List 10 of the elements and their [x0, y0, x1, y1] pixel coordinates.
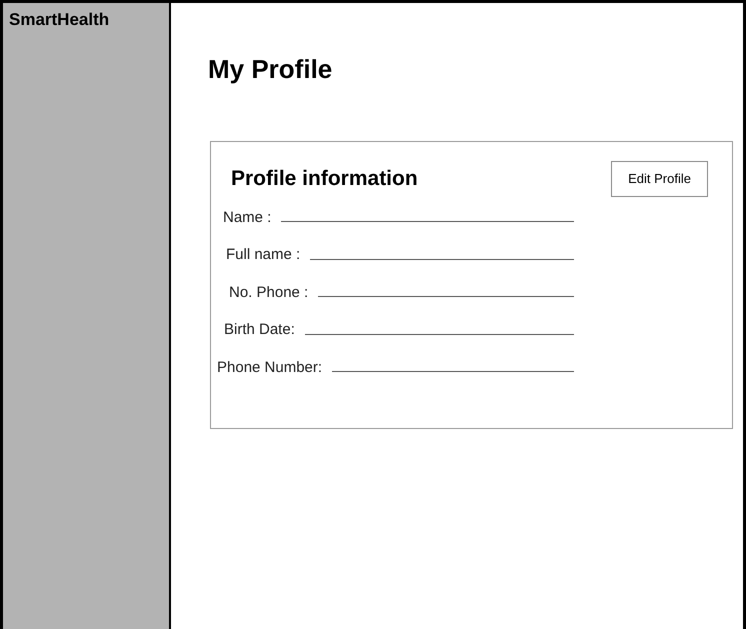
field-label: Birth Date: — [224, 320, 295, 340]
field-label: Phone Number: — [217, 358, 322, 378]
fill-in-line[interactable] — [310, 258, 574, 260]
card-title: Profile information — [231, 166, 418, 192]
field-label: Name : — [223, 208, 272, 228]
edit-profile-button[interactable]: Edit Profile — [611, 161, 708, 196]
app-title: SmartHealth — [9, 10, 110, 29]
field-label: Full name : — [226, 245, 300, 265]
page-title: My Profile — [208, 53, 332, 86]
field-label: No. Phone : — [229, 282, 308, 302]
